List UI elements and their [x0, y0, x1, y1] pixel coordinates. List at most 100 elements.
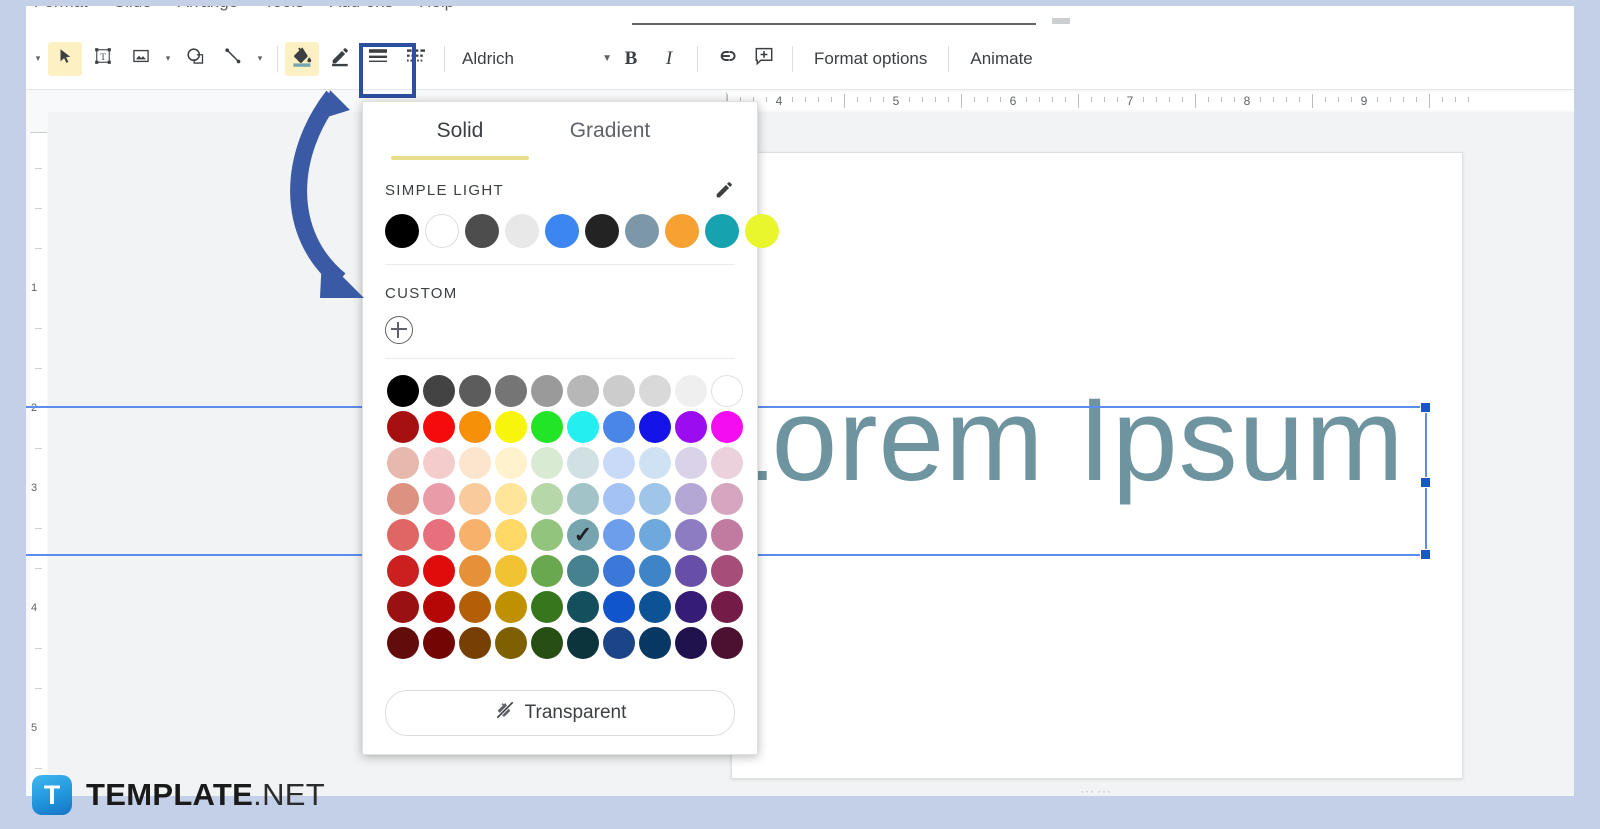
palette-cell-r4-c0[interactable]: [385, 517, 421, 553]
theme-swatch-8[interactable]: [705, 214, 739, 248]
palette-cell-r7-c8[interactable]: [673, 625, 709, 661]
palette-cell-r3-c4[interactable]: [529, 481, 565, 517]
palette-cell-r2-c1[interactable]: [421, 445, 457, 481]
pencil-edit-icon[interactable]: [713, 179, 735, 201]
menu-item-slide[interactable]: Slide: [114, 6, 152, 12]
palette-cell-r7-c7[interactable]: [637, 625, 673, 661]
fill-color-picker-dropdown[interactable]: Solid Gradient SIMPLE LIGHT CUS: [362, 101, 758, 755]
palette-cell-r1-c9[interactable]: [709, 409, 745, 445]
palette-cell-r2-c5[interactable]: [565, 445, 601, 481]
theme-swatch-9[interactable]: [745, 214, 779, 248]
palette-cell-r6-c8[interactable]: [673, 589, 709, 625]
palette-cell-r5-c4[interactable]: [529, 553, 565, 589]
palette-cell-r5-c7[interactable]: [637, 553, 673, 589]
palette-cell-r7-c6[interactable]: [601, 625, 637, 661]
palette-cell-r4-c2[interactable]: [457, 517, 493, 553]
palette-cell-r1-c0[interactable]: [385, 409, 421, 445]
line-tool-caret-icon[interactable]: ▾: [252, 42, 268, 76]
animate-button[interactable]: Animate: [958, 49, 1044, 69]
palette-cell-r3-c6[interactable]: [601, 481, 637, 517]
palette-cell-r3-c0[interactable]: [385, 481, 421, 517]
selection-handle-bottom-right[interactable]: [1420, 549, 1431, 560]
palette-cell-r3-c7[interactable]: [637, 481, 673, 517]
add-comment-button[interactable]: [747, 42, 781, 76]
font-family-select[interactable]: Aldrich ▼: [462, 49, 612, 69]
palette-cell-r4-c1[interactable]: [421, 517, 457, 553]
border-dash-button[interactable]: [399, 42, 433, 76]
palette-cell-r1-c5[interactable]: [565, 409, 601, 445]
palette-cell-r0-c9[interactable]: [709, 373, 745, 409]
palette-cell-r6-c9[interactable]: [709, 589, 745, 625]
toolbar-overflow-caret-icon[interactable]: ▾: [30, 42, 46, 76]
selection-handle-top-right[interactable]: [1420, 402, 1431, 413]
tab-solid[interactable]: Solid: [385, 102, 535, 160]
palette-cell-r0-c7[interactable]: [637, 373, 673, 409]
palette-cell-r2-c8[interactable]: [673, 445, 709, 481]
palette-cell-r0-c3[interactable]: [493, 373, 529, 409]
image-tool-button[interactable]: [124, 42, 158, 76]
slide-canvas[interactable]: Lorem Ipsum ⋯⋯: [731, 152, 1463, 779]
menu-item-format[interactable]: Format: [34, 6, 88, 12]
palette-cell-r7-c4[interactable]: [529, 625, 565, 661]
palette-cell-r1-c8[interactable]: [673, 409, 709, 445]
bold-button[interactable]: B: [614, 42, 648, 76]
theme-swatch-7[interactable]: [665, 214, 699, 248]
selection-handle-middle-right[interactable]: [1420, 477, 1431, 488]
palette-cell-r7-c9[interactable]: [709, 625, 745, 661]
palette-cell-r5-c5[interactable]: [565, 553, 601, 589]
palette-cell-r5-c0[interactable]: [385, 553, 421, 589]
palette-cell-r6-c7[interactable]: [637, 589, 673, 625]
palette-cell-r6-c2[interactable]: [457, 589, 493, 625]
palette-cell-r4-c5[interactable]: ✓: [565, 517, 601, 553]
palette-cell-r4-c4[interactable]: [529, 517, 565, 553]
palette-cell-r6-c6[interactable]: [601, 589, 637, 625]
horizontal-ruler[interactable]: 4 5 6 7: [26, 90, 1574, 113]
palette-cell-r4-c6[interactable]: [601, 517, 637, 553]
palette-cell-r3-c8[interactable]: [673, 481, 709, 517]
menu-item-addons[interactable]: Add-ons: [330, 6, 393, 12]
italic-button[interactable]: I: [652, 42, 686, 76]
palette-cell-r5-c2[interactable]: [457, 553, 493, 589]
theme-swatch-0[interactable]: [385, 214, 419, 248]
menu-item-arrange[interactable]: Arrange: [178, 6, 238, 12]
palette-cell-r0-c5[interactable]: [565, 373, 601, 409]
theme-swatch-6[interactable]: [625, 214, 659, 248]
palette-cell-r3-c1[interactable]: [421, 481, 457, 517]
palette-cell-r2-c4[interactable]: [529, 445, 565, 481]
palette-cell-r4-c7[interactable]: [637, 517, 673, 553]
palette-cell-r0-c2[interactable]: [457, 373, 493, 409]
textbox-tool-button[interactable]: T: [86, 42, 120, 76]
palette-cell-r7-c3[interactable]: [493, 625, 529, 661]
palette-cell-r0-c4[interactable]: [529, 373, 565, 409]
shape-tool-button[interactable]: [178, 42, 212, 76]
select-tool-button[interactable]: [48, 42, 82, 76]
palette-cell-r6-c1[interactable]: [421, 589, 457, 625]
palette-cell-r7-c0[interactable]: [385, 625, 421, 661]
theme-swatch-5[interactable]: [585, 214, 619, 248]
line-tool-button[interactable]: [216, 42, 250, 76]
palette-cell-r3-c5[interactable]: [565, 481, 601, 517]
add-custom-color-icon[interactable]: [385, 316, 413, 344]
canvas-area[interactable]: Lorem Ipsum ⋯⋯: [48, 112, 1574, 796]
palette-cell-r0-c8[interactable]: [673, 373, 709, 409]
image-tool-caret-icon[interactable]: ▾: [160, 42, 176, 76]
theme-swatch-4[interactable]: [545, 214, 579, 248]
palette-cell-r6-c3[interactable]: [493, 589, 529, 625]
palette-cell-r6-c0[interactable]: [385, 589, 421, 625]
palette-cell-r1-c2[interactable]: [457, 409, 493, 445]
palette-cell-r1-c3[interactable]: [493, 409, 529, 445]
slide-resize-dots[interactable]: ⋯⋯: [1080, 783, 1114, 796]
palette-cell-r6-c4[interactable]: [529, 589, 565, 625]
palette-cell-r2-c6[interactable]: [601, 445, 637, 481]
border-weight-button[interactable]: [361, 42, 395, 76]
menu-item-tools[interactable]: Tools: [264, 6, 304, 12]
menu-item-help[interactable]: Help: [419, 6, 454, 12]
palette-cell-r7-c2[interactable]: [457, 625, 493, 661]
palette-cell-r2-c0[interactable]: [385, 445, 421, 481]
palette-cell-r5-c8[interactable]: [673, 553, 709, 589]
palette-cell-r6-c5[interactable]: [565, 589, 601, 625]
theme-swatch-3[interactable]: [505, 214, 539, 248]
theme-swatch-2[interactable]: [465, 214, 499, 248]
insert-link-button[interactable]: [709, 42, 743, 76]
palette-cell-r2-c3[interactable]: [493, 445, 529, 481]
